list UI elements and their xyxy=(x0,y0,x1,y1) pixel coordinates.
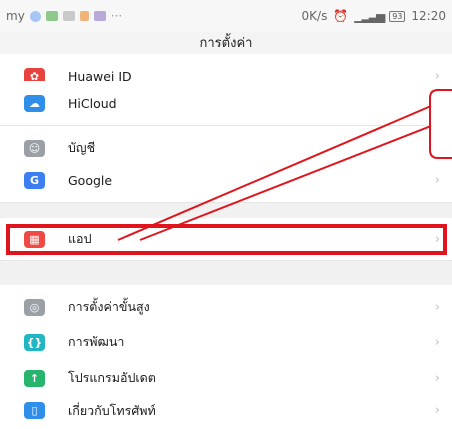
settings-item-label: โปรแกรมอัปเดต xyxy=(68,370,156,385)
settings-item-label: การตั้งค่าขั้นสูง xyxy=(68,299,150,314)
apps-grid-icon: ▦ xyxy=(24,230,45,248)
chevron-right-icon: › xyxy=(434,299,440,315)
page-title: การตั้งค่า xyxy=(199,36,253,51)
settings-item-apps[interactable]: ▦ แอป › xyxy=(0,218,452,261)
chevron-right-icon: › xyxy=(434,370,440,386)
advanced-settings-icon: ◎ xyxy=(24,298,45,316)
chevron-right-icon: › xyxy=(434,403,440,418)
gallery-icon xyxy=(45,11,58,21)
cloud-icon: ☁ xyxy=(24,94,45,112)
system-update-icon: ↑ xyxy=(24,369,45,387)
account-icon: ☺ xyxy=(24,139,45,157)
status-bar-left: my ··· xyxy=(6,9,122,23)
network-speed: 0K/s xyxy=(301,9,328,23)
photo-notify-icon xyxy=(93,11,106,21)
clock: 12:20 xyxy=(411,9,446,23)
chevron-right-icon: › xyxy=(434,172,440,188)
alarm-icon: ⏰ xyxy=(333,9,349,23)
settings-item-label: HiCloud xyxy=(68,95,117,111)
status-bar-right: 0K/s ⏰ ▁▂▃▅ 93 12:20 xyxy=(302,9,446,23)
notification-icon xyxy=(29,10,41,22)
settings-item-label: บัญชี xyxy=(68,140,96,155)
developer-icon: {} xyxy=(24,333,45,351)
message-icon xyxy=(62,11,75,21)
chevron-right-icon: › xyxy=(434,231,440,247)
settings-item-label: เกี่ยวกับโทรศัพท์ xyxy=(68,402,156,418)
settings-item-label: แอป xyxy=(68,231,92,246)
settings-item-google[interactable]: G Google › xyxy=(0,158,452,203)
chevron-right-icon: › xyxy=(434,334,440,350)
about-phone-icon: ▯ xyxy=(24,402,45,419)
app-notify-icon xyxy=(79,11,89,21)
carrier-label: my xyxy=(6,9,25,23)
google-icon: G xyxy=(24,171,45,189)
chevron-right-icon: › xyxy=(434,95,440,111)
section-divider xyxy=(0,261,452,287)
battery-level: 93 xyxy=(389,10,406,22)
settings-item-hicloud[interactable]: ☁ HiCloud › xyxy=(0,81,452,126)
settings-item-label: การพัฒนา xyxy=(68,334,125,349)
status-bar: my ··· 0K/s ⏰ ▁▂▃▅ 93 12:20 xyxy=(0,0,452,32)
settings-item-label: Google xyxy=(68,172,113,188)
settings-item-about-phone[interactable]: ▯ เกี่ยวกับโทรศัพท์ › xyxy=(0,392,452,429)
chevron-right-icon: › xyxy=(434,140,440,156)
signal-icon: ▁▂▃▅ xyxy=(354,9,385,23)
more-notifications-icon: ··· xyxy=(110,9,123,23)
settings-screen: my ··· 0K/s ⏰ ▁▂▃▅ 93 12:20 การตั้งค่า ✿… xyxy=(0,0,452,429)
